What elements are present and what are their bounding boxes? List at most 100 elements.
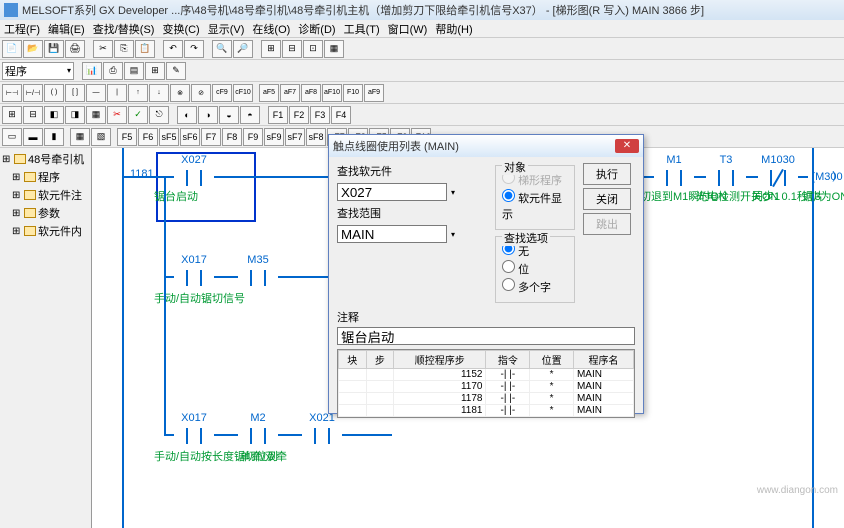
tree-program[interactable]: 程序 bbox=[2, 168, 89, 186]
contact-x017b[interactable]: X017 bbox=[174, 426, 214, 446]
contact-x021[interactable]: X021 bbox=[302, 426, 342, 446]
tb4-o[interactable]: F3 bbox=[310, 106, 330, 124]
menu-convert[interactable]: 变换(C) bbox=[162, 21, 199, 37]
zoom-out-icon[interactable]: 🔎 bbox=[233, 40, 253, 58]
tb5-n[interactable]: sF7 bbox=[285, 128, 305, 146]
cf10-icon[interactable]: cF10 bbox=[233, 84, 253, 102]
tb2-a[interactable]: 📊 bbox=[82, 62, 102, 80]
coil-m300[interactable]: (M300 锯片 bbox=[808, 168, 844, 188]
opt-bit[interactable]: 位 bbox=[502, 260, 568, 277]
f10-icon[interactable]: F10 bbox=[343, 84, 363, 102]
tb4-h[interactable]: ⎋ bbox=[149, 106, 169, 124]
copy-icon[interactable]: ⎘ bbox=[114, 40, 134, 58]
contact-m35[interactable]: M35 bbox=[238, 268, 278, 288]
tb5-m[interactable]: sF9 bbox=[264, 128, 284, 146]
tb4-f[interactable]: ✂ bbox=[107, 106, 127, 124]
sf7-icon[interactable]: ↓ bbox=[149, 84, 169, 102]
paste-icon[interactable]: 📋 bbox=[135, 40, 155, 58]
redo-icon[interactable]: ↷ bbox=[184, 40, 204, 58]
menu-project[interactable]: 工程(F) bbox=[4, 21, 40, 37]
tree-root[interactable]: 48号牵引机 bbox=[2, 150, 89, 168]
tb4-m[interactable]: F1 bbox=[268, 106, 288, 124]
btn-b[interactable]: ⊟ bbox=[282, 40, 302, 58]
tree-parameter[interactable]: 参数 bbox=[2, 204, 89, 222]
menu-tools[interactable]: 工具(T) bbox=[344, 21, 380, 37]
tb5-g[interactable]: F6 bbox=[138, 128, 158, 146]
menu-view[interactable]: 显示(V) bbox=[208, 21, 245, 37]
menu-online[interactable]: 在线(O) bbox=[252, 21, 290, 37]
grid-row[interactable]: 1178-| |-*MAIN bbox=[339, 393, 634, 405]
f8-icon[interactable]: [ ] bbox=[65, 84, 85, 102]
af8-icon[interactable]: aF8 bbox=[301, 84, 321, 102]
tb4-i[interactable]: ◐ bbox=[177, 106, 197, 124]
sf5-icon[interactable]: | bbox=[107, 84, 127, 102]
tb2-d[interactable]: ⊞ bbox=[145, 62, 165, 80]
contact-m1[interactable]: M1 切退到M1瞬时ON bbox=[654, 168, 694, 188]
tb5-k[interactable]: F8 bbox=[222, 128, 242, 146]
tb4-e[interactable]: ▦ bbox=[86, 106, 106, 124]
contact-x017[interactable]: X017 bbox=[174, 268, 214, 288]
tb4-a[interactable]: ⊞ bbox=[2, 106, 22, 124]
contact-m2[interactable]: M2 bbox=[238, 426, 278, 446]
btn-c[interactable]: ⊡ bbox=[303, 40, 323, 58]
menu-help[interactable]: 帮助(H) bbox=[435, 21, 472, 37]
af7-icon[interactable]: aF7 bbox=[280, 84, 300, 102]
f5-icon[interactable]: ⊢⊣ bbox=[2, 84, 22, 102]
tb5-c[interactable]: ▮ bbox=[44, 128, 64, 146]
tb5-j[interactable]: F7 bbox=[201, 128, 221, 146]
tb4-b[interactable]: ⊟ bbox=[23, 106, 43, 124]
sf9-icon[interactable]: ⊘ bbox=[191, 84, 211, 102]
sf8-icon[interactable]: ⊗ bbox=[170, 84, 190, 102]
tree-device-mem[interactable]: 软元件内 bbox=[2, 222, 89, 240]
f6-icon[interactable]: ⊢/⊣ bbox=[23, 84, 43, 102]
tb4-j[interactable]: ◑ bbox=[198, 106, 218, 124]
f9-icon[interactable]: — bbox=[86, 84, 106, 102]
opt-multi[interactable]: 多个字 bbox=[502, 278, 568, 295]
tb2-c[interactable]: ▤ bbox=[124, 62, 144, 80]
tb5-o[interactable]: sF8 bbox=[306, 128, 326, 146]
btn-d[interactable]: ▦ bbox=[324, 40, 344, 58]
new-icon[interactable]: 📄 bbox=[2, 40, 22, 58]
contact-x027[interactable]: X027 锯台启动 bbox=[174, 168, 214, 188]
tb2-e[interactable]: ✎ bbox=[166, 62, 186, 80]
af10-icon[interactable]: aF10 bbox=[322, 84, 342, 102]
af9-icon[interactable]: aF9 bbox=[364, 84, 384, 102]
program-combo[interactable]: 程序 bbox=[2, 62, 74, 80]
cf9-icon[interactable]: cF9 bbox=[212, 84, 232, 102]
tb4-c[interactable]: ◧ bbox=[44, 106, 64, 124]
opt-device[interactable]: 软元件显示 bbox=[502, 189, 568, 222]
grid-row[interactable]: 1170-| |-*MAIN bbox=[339, 381, 634, 393]
tb4-n[interactable]: F2 bbox=[289, 106, 309, 124]
undo-icon[interactable]: ↶ bbox=[163, 40, 183, 58]
contact-m1030[interactable]: M1030 同步1 bbox=[758, 168, 798, 188]
tb5-b[interactable]: ▬ bbox=[23, 128, 43, 146]
tb4-l[interactable]: ◓ bbox=[240, 106, 260, 124]
grid-row[interactable]: 1152-| |-*MAIN bbox=[339, 369, 634, 381]
tree-device-comment[interactable]: 软元件注 bbox=[2, 186, 89, 204]
find-input[interactable] bbox=[337, 183, 447, 201]
save-icon[interactable]: 💾 bbox=[44, 40, 64, 58]
execute-button[interactable]: 执行 bbox=[583, 163, 631, 185]
cut-icon[interactable]: ✂ bbox=[93, 40, 113, 58]
tb5-i[interactable]: sF6 bbox=[180, 128, 200, 146]
tb5-a[interactable]: ▭ bbox=[2, 128, 22, 146]
tb4-p[interactable]: F4 bbox=[331, 106, 351, 124]
zoom-in-icon[interactable]: 🔍 bbox=[212, 40, 232, 58]
tb5-h[interactable]: sF5 bbox=[159, 128, 179, 146]
menu-search[interactable]: 查找/替换(S) bbox=[93, 21, 155, 37]
af5-icon[interactable]: aF5 bbox=[259, 84, 279, 102]
tb4-d[interactable]: ◨ bbox=[65, 106, 85, 124]
comment-input[interactable] bbox=[337, 327, 635, 345]
tb5-d[interactable]: ▦ bbox=[70, 128, 90, 146]
btn-a[interactable]: ⊞ bbox=[261, 40, 281, 58]
close-button[interactable]: 关闭 bbox=[583, 188, 631, 210]
tb5-l[interactable]: F9 bbox=[243, 128, 263, 146]
range-input[interactable] bbox=[337, 225, 447, 243]
sf6-icon[interactable]: ↑ bbox=[128, 84, 148, 102]
open-icon[interactable]: 📂 bbox=[23, 40, 43, 58]
tb4-k[interactable]: ◒ bbox=[219, 106, 239, 124]
tb4-g[interactable]: ✓ bbox=[128, 106, 148, 124]
close-icon[interactable]: ✕ bbox=[615, 139, 639, 153]
menu-diagnostics[interactable]: 诊断(D) bbox=[298, 21, 335, 37]
dialog-titlebar[interactable]: 触点线圈使用列表 (MAIN) ✕ bbox=[329, 135, 643, 157]
